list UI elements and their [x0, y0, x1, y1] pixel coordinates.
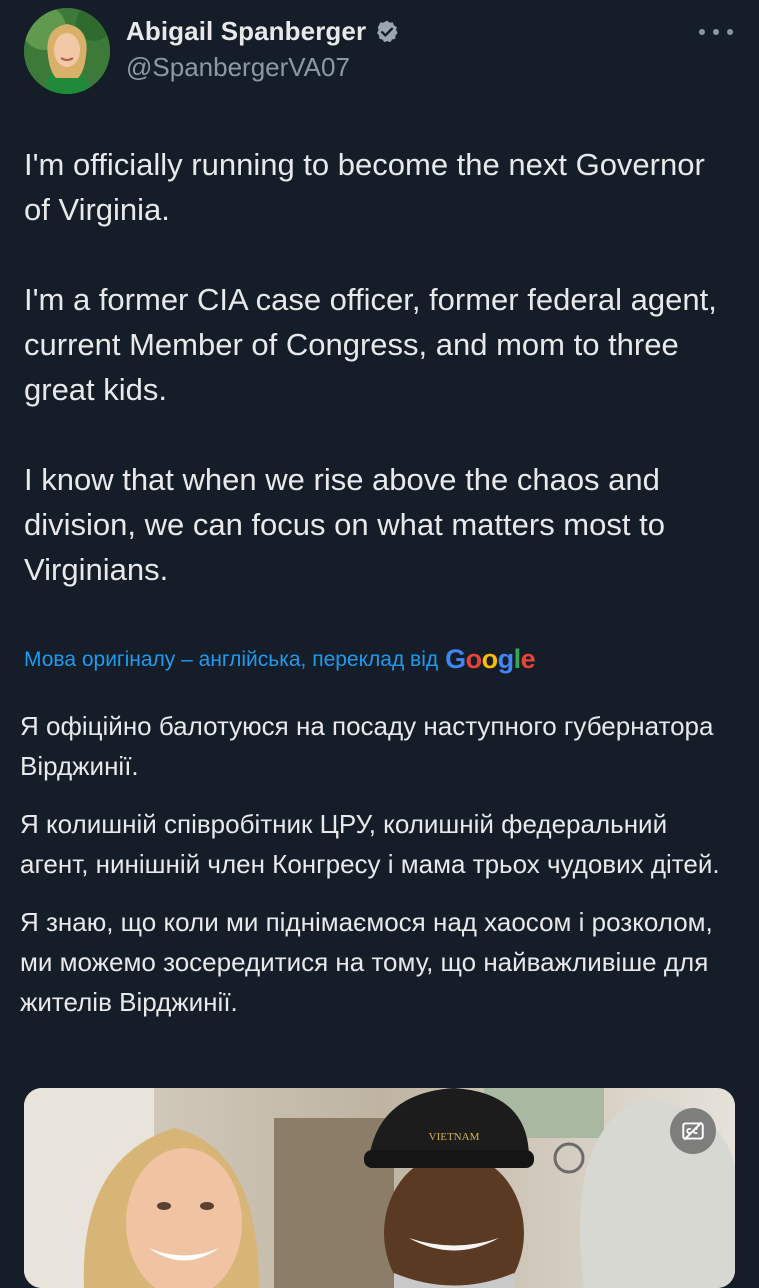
tweet-paragraph: I'm officially running to become the nex… — [24, 147, 705, 227]
translation-label[interactable]: Мова оригіналу – англійська, переклад ві… — [24, 648, 438, 672]
tweet-text: I'm officially running to become the nex… — [24, 142, 734, 592]
translated-paragraph: Я офіційно балотуюся на посаду наступног… — [20, 711, 714, 781]
tweet-header: Abigail Spanberger @SpanbergerVA07 — [0, 0, 759, 110]
more-options-icon[interactable] — [699, 20, 733, 44]
tweet-paragraph: I'm a former CIA case officer, former fe… — [24, 282, 717, 407]
display-name[interactable]: Abigail Spanberger — [126, 16, 366, 47]
translated-paragraph: Я знаю, що коли ми піднімаємося над хаос… — [20, 907, 713, 1017]
translated-text: Я офіційно балотуюся на посаду наступног… — [20, 706, 736, 1040]
avatar[interactable] — [24, 8, 110, 94]
author-handle[interactable]: @SpanbergerVA07 — [126, 52, 350, 83]
google-logo: Google — [445, 644, 536, 674]
dot — [727, 29, 733, 35]
tweet-paragraph: I know that when we rise above the chaos… — [24, 462, 665, 587]
cap-text: VIETNAM — [429, 1131, 480, 1143]
dot — [699, 29, 705, 35]
verified-badge-icon — [374, 19, 400, 45]
tweet-media-photo[interactable]: VIETNAM — [24, 1088, 735, 1288]
translated-paragraph: Я колишній співробітник ЦРУ, колишній фе… — [20, 809, 720, 879]
closed-captions-off-icon[interactable] — [670, 1108, 716, 1154]
translation-attribution[interactable]: Мова оригіналу – англійська, переклад ві… — [24, 644, 536, 675]
dot — [713, 29, 719, 35]
author-name-row[interactable]: Abigail Spanberger — [126, 16, 400, 47]
